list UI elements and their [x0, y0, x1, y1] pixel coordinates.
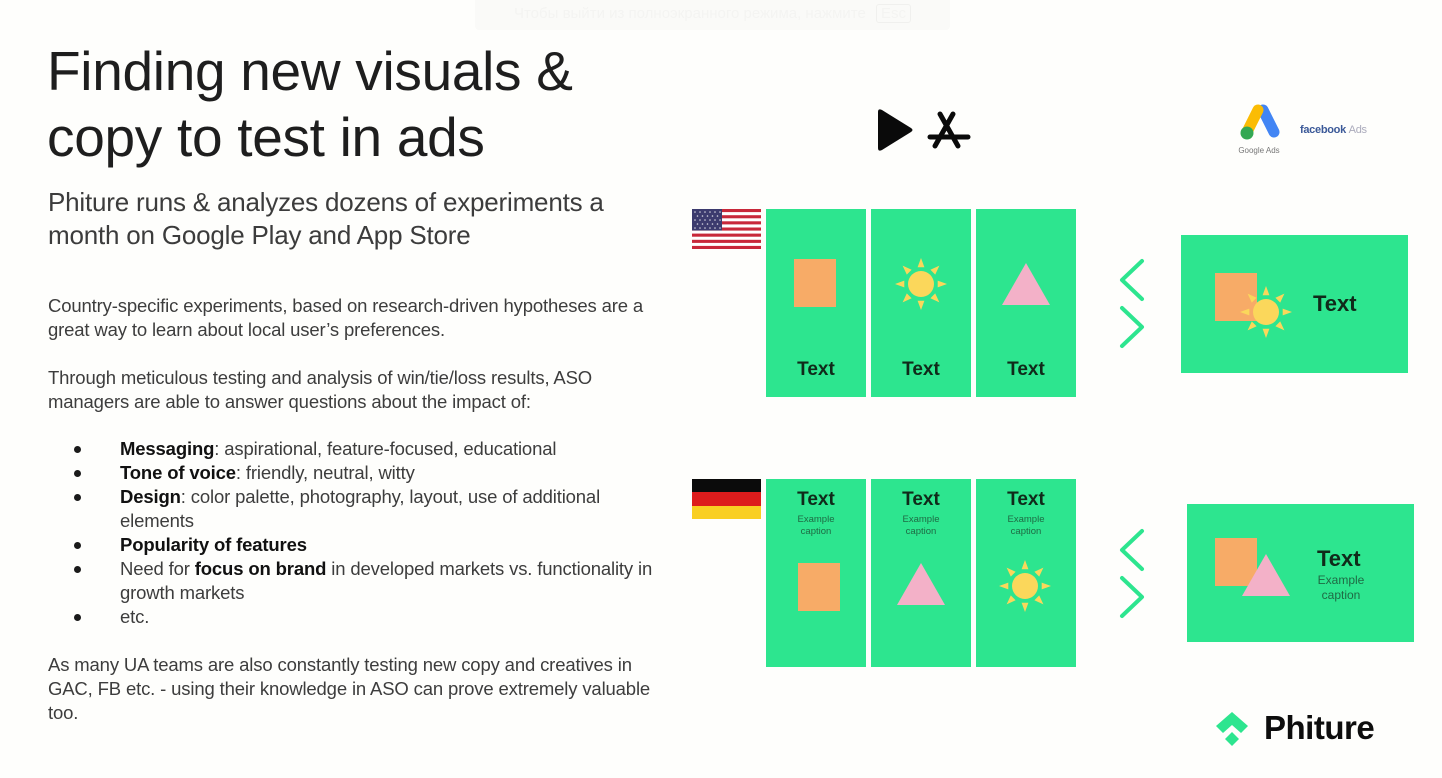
de-ad-banner: Text Example caption: [1187, 504, 1414, 642]
slide-subtitle: Phiture runs & analyzes dozens of experi…: [48, 187, 604, 250]
us-screenshot-card-2: Text: [871, 209, 971, 397]
bullet-bold: focus on brand: [194, 558, 327, 579]
bullet-text: : color palette, photography, layout, us…: [120, 486, 601, 531]
bullet-bold: Messaging: [120, 438, 215, 459]
facebook-ads-logo: facebook Ads: [1300, 124, 1367, 136]
bullet-text: etc.: [120, 606, 150, 627]
brand-name: Phiture: [1264, 709, 1375, 746]
card-caption: Example caption: [902, 514, 940, 537]
us-flag-icon: [692, 209, 761, 249]
card-caption: Example caption: [1007, 514, 1045, 537]
card-label: Text: [797, 489, 835, 510]
fullscreen-notice-text: Чтобы выйти из полноэкранного режима, на…: [513, 5, 866, 22]
bullet-item: Messaging: aspirational, feature-focused…: [48, 437, 678, 461]
triangle-shape: [897, 563, 945, 605]
swap-chevrons-icon: [1120, 259, 1144, 348]
bullet-dot: [74, 566, 81, 573]
fullscreen-notice: Чтобы выйти из полноэкранного режима, на…: [475, 0, 950, 30]
store-icons: [878, 109, 971, 151]
ad-label: Text: [1317, 546, 1361, 571]
facebook-wordmark: facebook: [1300, 124, 1346, 136]
triangle-shape: [1242, 554, 1290, 596]
bullet-item: Popularity of features: [48, 533, 678, 557]
google-ads-icon: [1240, 104, 1280, 140]
us-screenshot-card-3: Text: [976, 209, 1076, 397]
impact-bullet-list: Messaging: aspirational, feature-focused…: [48, 437, 678, 629]
square-shape: [798, 563, 840, 611]
square-shape: [794, 259, 836, 307]
bullet-item: Need for focus on brand in developed mar…: [48, 557, 678, 605]
sun-shape: [895, 258, 947, 310]
triangle-shape: [1002, 263, 1050, 305]
card-label: Text: [902, 489, 940, 510]
paragraph-ua-teams: As many UA teams are also constantly tes…: [48, 654, 651, 723]
google-play-icon: [878, 109, 913, 151]
card-label: Text: [797, 359, 835, 380]
phiture-logo-icon: [1216, 712, 1248, 746]
swap-chevrons-icon: [1120, 529, 1144, 618]
bullet-bold: Design: [120, 486, 181, 507]
sun-shape: [999, 560, 1051, 612]
bullet-item: Design: color palette, photography, layo…: [48, 485, 678, 533]
bullet-dot: [74, 614, 81, 621]
sun-shape: [1240, 286, 1292, 338]
de-screenshot-card-3: Text Example caption: [976, 479, 1076, 667]
de-flag-icon: [692, 479, 761, 519]
bullet-pre: Need for: [120, 558, 195, 579]
de-screenshot-card-1: Text Example caption: [766, 479, 866, 667]
de-screenshot-card-2: Text Example caption: [871, 479, 971, 667]
title-line-1: Finding new visuals &: [47, 40, 573, 102]
ad-label: Text: [1313, 291, 1357, 316]
card-label: Text: [1007, 489, 1045, 510]
phiture-logo: Phiture: [1214, 706, 1375, 750]
paragraph-testing-analysis: Through meticulous testing and analysis …: [48, 367, 593, 412]
facebook-ads-suffix: Ads: [1348, 124, 1367, 136]
paragraph-country-experiments: Country-specific experiments, based on r…: [48, 295, 644, 340]
card-label: Text: [902, 359, 940, 380]
bullet-bold: Popularity of features: [120, 534, 307, 555]
bullet-dot: [74, 494, 81, 501]
us-ad-banner: Text: [1181, 235, 1408, 373]
bullet-dot: [74, 542, 81, 549]
bullet-item: Tone of voice: friendly, neutral, witty: [48, 461, 678, 485]
card-label: Text: [1007, 359, 1045, 380]
esc-key-hint: Esc: [876, 4, 912, 23]
bullet-item: etc.: [48, 605, 678, 629]
ad-platform-logos: Google Ads facebook Ads: [1236, 102, 1376, 160]
app-store-icon: [927, 111, 971, 149]
us-screenshot-card-1: Text: [766, 209, 866, 397]
bullet-text: : aspirational, feature-focused, educati…: [214, 438, 557, 459]
title-line-2: copy to test in ads: [47, 106, 485, 168]
bullet-bold: Tone of voice: [120, 462, 236, 483]
card-caption: Example caption: [797, 514, 835, 537]
bullet-dot: [74, 446, 81, 453]
bullet-dot: [74, 470, 81, 477]
ad-caption: Example caption: [1317, 573, 1365, 602]
bullet-text: : friendly, neutral, witty: [235, 462, 415, 483]
google-ads-label: Google Ads: [1238, 146, 1280, 155]
slide-title: Finding new visuals & copy to test in ad…: [47, 38, 687, 170]
